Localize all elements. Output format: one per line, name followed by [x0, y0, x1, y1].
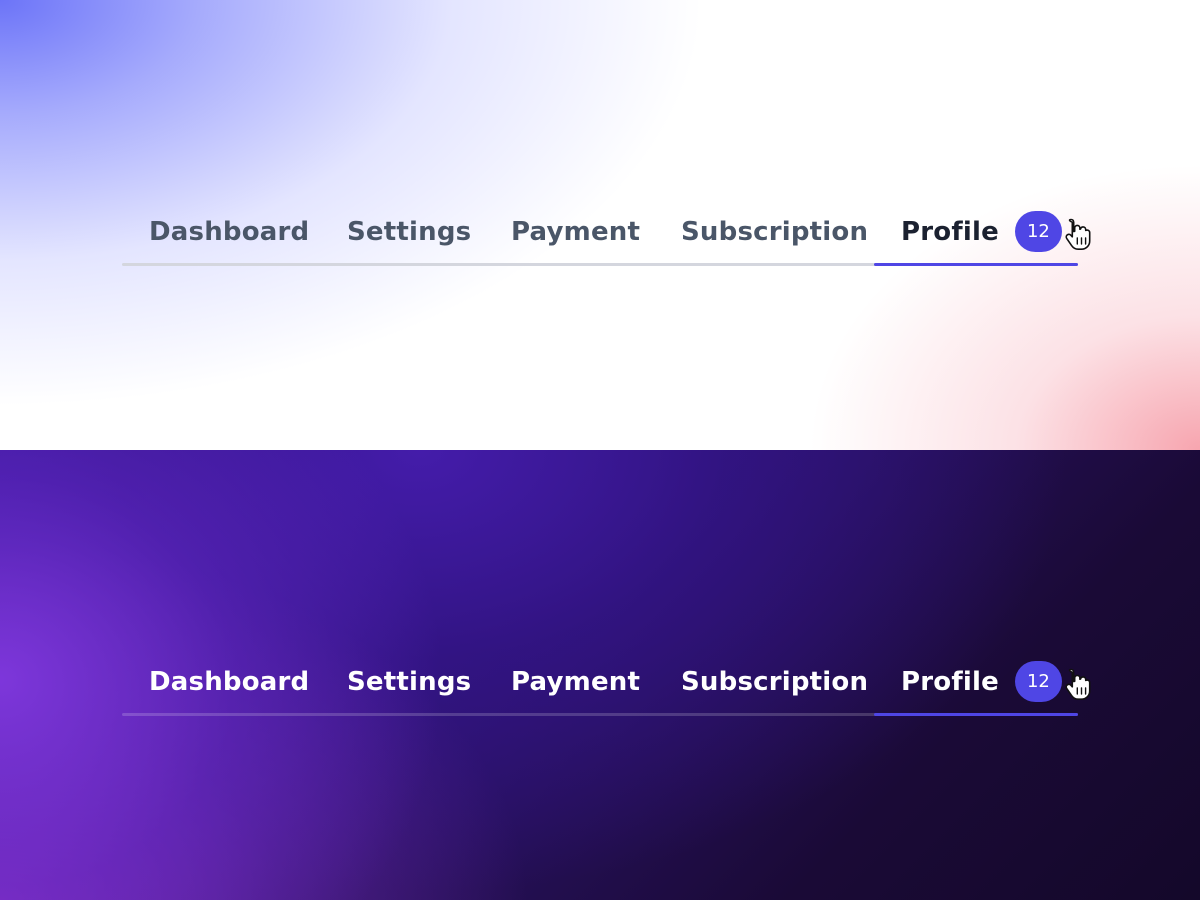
tab-label: Payment — [511, 216, 641, 247]
notification-badge: 12 — [1014, 661, 1062, 702]
active-tab-indicator — [874, 713, 1078, 716]
tab-label: Subscription — [681, 666, 869, 697]
tab-label: Dashboard — [149, 666, 310, 697]
tab-settings[interactable]: Settings — [347, 200, 471, 263]
page: Dashboard Settings Payment Subscription … — [0, 0, 1200, 900]
tab-label: Dashboard — [149, 216, 310, 247]
tab-bar-dark: Dashboard Settings Payment Subscription … — [122, 650, 1078, 716]
tab-label: Settings — [347, 216, 472, 247]
tab-payment[interactable]: Payment — [511, 650, 640, 713]
tab-payment[interactable]: Payment — [511, 200, 640, 263]
tab-profile[interactable]: Profile 12 — [901, 650, 1062, 713]
tab-label: Profile — [901, 216, 999, 247]
tab-label: Profile — [901, 666, 999, 697]
hand-pointer-icon — [1065, 668, 1091, 700]
tab-label: Subscription — [681, 216, 869, 247]
tab-subscription[interactable]: Subscription — [681, 650, 868, 713]
active-tab-indicator — [874, 263, 1078, 266]
light-theme-panel: Dashboard Settings Payment Subscription … — [0, 0, 1200, 450]
hand-pointer-icon — [1065, 218, 1091, 250]
tab-label: Settings — [347, 666, 472, 697]
tab-dashboard[interactable]: Dashboard — [149, 200, 309, 263]
dark-theme-panel: Dashboard Settings Payment Subscription … — [0, 450, 1200, 900]
tab-profile[interactable]: Profile 12 — [901, 200, 1062, 263]
tab-subscription[interactable]: Subscription — [681, 200, 868, 263]
tab-bar-light: Dashboard Settings Payment Subscription … — [122, 200, 1078, 266]
tab-label: Payment — [511, 666, 641, 697]
notification-badge: 12 — [1014, 211, 1062, 252]
tab-dashboard[interactable]: Dashboard — [149, 650, 309, 713]
tab-settings[interactable]: Settings — [347, 650, 471, 713]
